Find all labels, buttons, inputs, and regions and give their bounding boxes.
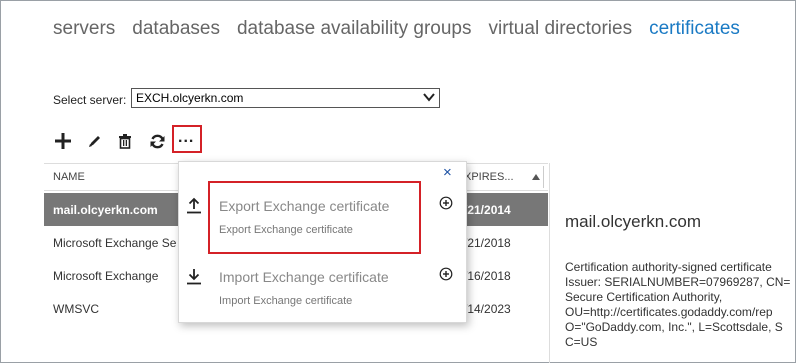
add-button[interactable] (52, 130, 74, 152)
expand-plus-icon[interactable] (439, 196, 453, 210)
chevron-down-icon (423, 93, 435, 102)
edit-icon (89, 136, 100, 147)
row-name: WMSVC (53, 302, 99, 316)
refresh-button[interactable] (146, 130, 168, 152)
tab-certificates[interactable]: certificates (649, 18, 740, 40)
row-expires: /21/2018 (464, 236, 511, 250)
details-line: Secure Certification Authority, (565, 290, 723, 304)
top-nav: servers databases database availability … (53, 18, 757, 40)
add-icon (55, 133, 71, 149)
details-line: OU=http://certificates.godaddy.com/rep (565, 305, 773, 319)
row-expires: /21/2014 (464, 203, 511, 217)
column-header-expires[interactable]: XPIRES... (464, 171, 514, 183)
select-server-label: Select server: (53, 93, 127, 107)
expand-plus-icon[interactable] (439, 267, 453, 281)
tab-virtual-directories[interactable]: virtual directories (488, 18, 632, 40)
column-divider (543, 166, 544, 188)
server-select-value: EXCH.olcyerkn.com (136, 91, 244, 105)
tab-database-availability-groups[interactable]: database availability groups (237, 18, 472, 40)
details-title: mail.olcyerkn.com (565, 212, 702, 231)
tab-databases[interactable]: databases (132, 18, 220, 40)
row-name: mail.olcyerkn.com (53, 203, 158, 217)
import-certificate-title: Import Exchange certificate (219, 269, 389, 285)
export-highlight-box (208, 181, 421, 254)
pane-divider (549, 163, 550, 363)
sort-ascending-icon (532, 174, 540, 180)
more-button[interactable]: ... (172, 125, 202, 153)
tab-servers[interactable]: servers (53, 18, 115, 40)
more-icon: ... (178, 129, 195, 146)
server-select[interactable]: EXCH.olcyerkn.com (131, 88, 440, 108)
row-expires: /16/2018 (464, 269, 511, 283)
delete-button[interactable] (114, 130, 136, 152)
details-line: O="GoDaddy.com, Inc.", L=Scottsdale, S (565, 320, 783, 334)
row-expires: /14/2023 (464, 302, 511, 316)
import-certificate-item[interactable]: Import Exchange certificate Import Excha… (179, 259, 466, 319)
row-name: Microsoft Exchange (53, 269, 159, 283)
upload-icon (187, 197, 201, 214)
close-icon[interactable]: × (443, 164, 452, 181)
row-name: Microsoft Exchange Se (53, 236, 177, 250)
details-line: Issuer: SERIALNUMBER=07969287, CN= (565, 275, 791, 289)
column-header-name[interactable]: NAME (53, 171, 85, 183)
details-text: Certification authority-signed certifica… (565, 260, 790, 350)
details-line: C=US (565, 335, 598, 349)
download-icon (187, 269, 201, 285)
details-line: Certification authority-signed certifica… (565, 260, 772, 274)
import-certificate-description: Import Exchange certificate (219, 295, 353, 307)
delete-icon (119, 134, 131, 149)
refresh-icon (150, 134, 164, 148)
edit-button[interactable] (84, 130, 106, 152)
